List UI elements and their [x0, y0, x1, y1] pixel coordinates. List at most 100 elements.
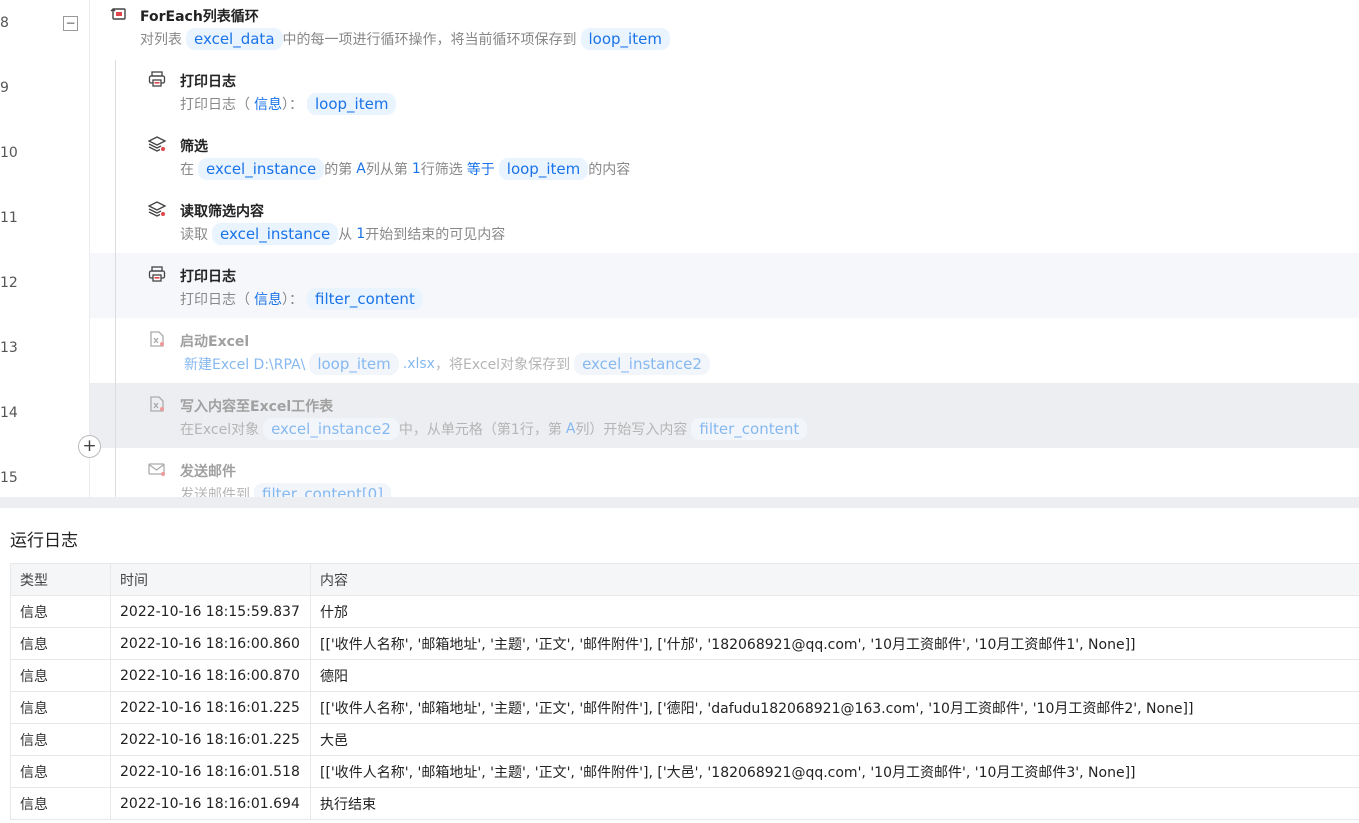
param-value: A: [356, 161, 366, 177]
param-value: A: [565, 421, 576, 437]
flow-step-row[interactable]: 发送邮件发送邮件到 filter_content[0]: [90, 448, 1359, 497]
line-number: 15: [0, 470, 18, 486]
flow-step-row[interactable]: 启动Excel 新建Excel D:\RPA\ loop_item .xlsx ，将Ex…: [90, 318, 1359, 383]
log-cell-content: 什邡: [310, 595, 1359, 628]
desc-text: 的第: [324, 162, 353, 178]
desc-text: 读取: [180, 227, 208, 243]
param-value: 新建Excel D:\RPA\: [184, 357, 306, 373]
log-row[interactable]: 信息 2022-10-16 18:16:01.518 [['收件人名称', '邮箱地…: [10, 755, 1359, 788]
variable-tag[interactable]: loop_item: [580, 28, 670, 50]
desc-text: 在Excel对象: [180, 422, 260, 438]
step-title: 发送邮件: [180, 464, 236, 480]
line-number: 8: [0, 15, 9, 31]
flow-step-row[interactable]: ForEach列表循环对列表 excel_data 中的每一项进行循环操作，将当前循…: [90, 0, 1359, 58]
log-cell-time: 2022-10-16 18:15:59.837: [110, 595, 311, 628]
add-step-button[interactable]: +: [78, 435, 101, 458]
desc-text: ）：: [282, 292, 303, 308]
variable-tag[interactable]: filter_content[0]: [254, 483, 392, 497]
log-row[interactable]: 信息 2022-10-16 18:16:01.225 大邑: [10, 723, 1359, 756]
printer-icon: [148, 266, 166, 282]
log-table: 类型 时间 内容 信息 2022-10-16 18:15:59.837 什邡 信息 20…: [10, 563, 1359, 820]
desc-text: 开始到结束的可见内容: [365, 227, 506, 243]
mail-icon: [148, 461, 166, 477]
desc-text: 行筛选: [420, 162, 463, 178]
line-number-gutter: [0, 0, 90, 497]
log-cell-content: 大邑: [310, 723, 1359, 756]
log-row[interactable]: 信息 2022-10-16 18:16:01.694 执行结束: [10, 787, 1359, 820]
step-description: 发送邮件到 filter_content[0]: [180, 483, 392, 497]
log-cell-type: 信息: [10, 723, 111, 756]
layers-read-icon: [147, 201, 167, 217]
variable-tag[interactable]: loop_item: [307, 93, 397, 115]
log-row[interactable]: 信息 2022-10-16 18:15:59.837 什邡: [10, 595, 1359, 628]
loop-body-line: [115, 60, 116, 497]
step-description: 新建Excel D:\RPA\ loop_item .xlsx ，将Excel对象保存…: [180, 353, 710, 375]
printer-icon: [148, 71, 166, 87]
log-cell-time: 2022-10-16 18:16:00.870: [110, 659, 311, 692]
column-header-time[interactable]: 时间: [110, 563, 311, 596]
loop-icon: [110, 6, 128, 22]
step-description: 打印日志（ 信息）： filter_content: [180, 288, 423, 310]
log-cell-time: 2022-10-16 18:16:01.225: [110, 691, 311, 724]
log-cell-time: 2022-10-16 18:16:01.225: [110, 723, 311, 756]
desc-text: 发送邮件到: [180, 487, 250, 497]
param-value: .xlsx: [402, 356, 435, 372]
variable-tag[interactable]: excel_instance: [198, 158, 325, 180]
desc-text: 中，从单元格（第1行，第: [398, 422, 562, 438]
flow-step-row[interactable]: 筛选在 excel_instance 的第 A 列从第 1 行筛选 等于 loop_item 的内…: [90, 123, 1359, 188]
log-cell-content: [['收件人名称', '邮箱地址', '主题', '正文', '邮件附件'], …: [310, 691, 1359, 724]
desc-text: ，将Excel对象保存到: [434, 357, 571, 373]
desc-text: 在: [180, 162, 194, 178]
log-cell-type: 信息: [10, 627, 111, 660]
log-row[interactable]: 信息 2022-10-16 18:16:00.860 [['收件人名称', '邮箱地…: [10, 627, 1359, 660]
log-cell-time: 2022-10-16 18:16:01.518: [110, 755, 311, 788]
step-title: 打印日志: [180, 269, 236, 285]
step-title: 打印日志: [180, 74, 236, 90]
flow-step-row[interactable]: 打印日志打印日志（ 信息）： loop_item: [90, 58, 1359, 123]
flow-editor: − ForEach列表循环对列表 excel_data 中的每一项进行循环操作，将当…: [0, 0, 1359, 497]
log-row[interactable]: 信息 2022-10-16 18:16:01.225 [['收件人名称', '邮箱地…: [10, 691, 1359, 724]
flow-step-row[interactable]: 写入内容至Excel工作表 在Excel对象 excel_instance2 中，从单…: [90, 383, 1359, 448]
collapse-loop-button[interactable]: −: [63, 16, 78, 31]
variable-tag[interactable]: filter_content: [691, 418, 808, 440]
desc-text: 列）开始写入内容: [575, 422, 688, 438]
line-number: 11: [0, 210, 18, 226]
step-title: 启动Excel: [180, 334, 250, 350]
layers-filter-icon: [147, 136, 167, 152]
variable-tag[interactable]: excel_instance2: [574, 353, 710, 375]
excel-file-icon: [148, 331, 166, 347]
log-cell-time: 2022-10-16 18:16:01.694: [110, 787, 311, 820]
desc-text: 打印日志（: [180, 292, 250, 308]
step-title: 读取筛选内容: [180, 204, 264, 220]
log-cell-content: [['收件人名称', '邮箱地址', '主题', '正文', '邮件附件'], …: [310, 627, 1359, 660]
step-title: ForEach列表循环: [140, 9, 259, 25]
log-cell-content: 德阳: [310, 659, 1359, 692]
panel-splitter[interactable]: [0, 497, 1359, 508]
param-value: 信息: [254, 97, 282, 113]
step-description: 对列表 excel_data 中的每一项进行循环操作，将当前循环项保存到 loop_i…: [140, 28, 670, 50]
line-number: 12: [0, 275, 18, 291]
desc-text: 中的每一项进行循环操作，将当前循环项保存到: [282, 32, 577, 48]
line-number: 14: [0, 405, 18, 421]
log-cell-type: 信息: [10, 659, 111, 692]
step-description: 在 excel_instance 的第 A 列从第 1 行筛选 等于 loop_item 的内容: [180, 158, 630, 180]
variable-tag[interactable]: excel_data: [186, 28, 283, 50]
flow-step-row[interactable]: 打印日志打印日志（ 信息）： filter_content: [90, 253, 1359, 318]
variable-tag[interactable]: filter_content: [307, 288, 423, 310]
desc-text: 从: [338, 227, 353, 243]
desc-text: 的内容: [588, 162, 631, 178]
step-description: 打印日志（ 信息）： loop_item: [180, 93, 397, 115]
log-panel-title: 运行日志: [10, 531, 78, 551]
variable-tag[interactable]: excel_instance: [212, 223, 339, 245]
column-header-content[interactable]: 内容: [310, 563, 1359, 596]
variable-tag[interactable]: excel_instance2: [263, 418, 399, 440]
variable-tag[interactable]: loop_item: [498, 158, 589, 180]
log-row[interactable]: 信息 2022-10-16 18:16:00.870 德阳: [10, 659, 1359, 692]
step-description: 在Excel对象 excel_instance2 中，从单元格（第1行，第 A 列）开始…: [180, 418, 808, 440]
log-table-header: 类型 时间 内容: [10, 563, 1359, 596]
variable-tag[interactable]: loop_item: [309, 353, 399, 375]
param-value: 1: [411, 161, 421, 177]
flow-step-row[interactable]: 读取筛选内容 读取 excel_instance 从 1 开始到结束的可见内容: [90, 188, 1359, 253]
param-value: 等于: [466, 162, 495, 178]
column-header-type[interactable]: 类型: [10, 563, 111, 596]
